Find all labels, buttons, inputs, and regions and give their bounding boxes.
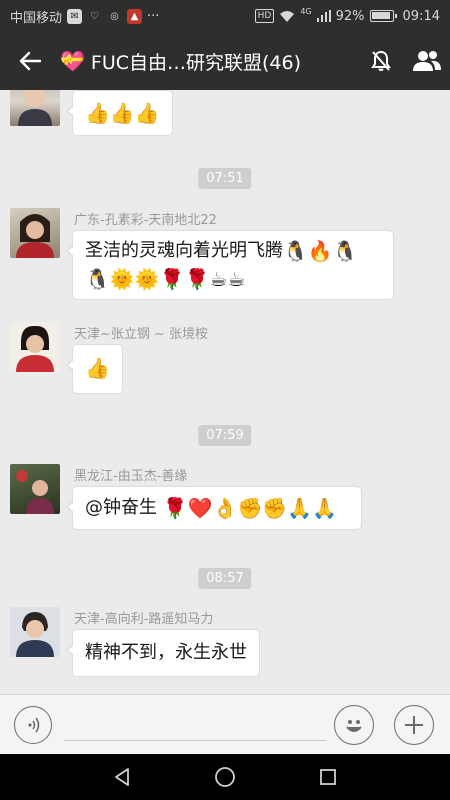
message-input[interactable] xyxy=(64,709,326,741)
nav-back-button[interactable] xyxy=(102,757,142,797)
chat-title-text: FUC自由…研究联盟(46) xyxy=(90,51,302,74)
voice-icon xyxy=(28,717,40,733)
message-bubble[interactable]: 圣洁的灵魂向着光明飞腾🐧🔥🐧 🐧🌞🌞🌹🌹☕☕ xyxy=(66,230,394,300)
input-bar xyxy=(0,694,450,754)
message-bubble[interactable]: 👍👍👍 xyxy=(66,90,173,136)
message-row: 黑龙江-由玉杰-善缘 @钟奋生 🌹❤️👌✊✊🙏🙏 xyxy=(0,464,450,544)
timestamp: 07:51 xyxy=(198,168,252,189)
back-button[interactable] xyxy=(0,32,60,90)
hd-icon: HD xyxy=(254,9,275,23)
sender-name: 天津~张立钢 ~ 张境桉 xyxy=(74,327,209,342)
carrier-label: 中国移动 xyxy=(10,10,63,26)
bell-muted-icon xyxy=(371,50,391,71)
timestamp: 08:57 xyxy=(198,568,252,589)
nav-home-button[interactable] xyxy=(205,757,245,797)
members-button[interactable] xyxy=(404,32,450,90)
message-row: 天津-高向利-路遥知马力 精神不到，永生永世 xyxy=(0,607,450,687)
back-arrow-icon xyxy=(19,51,41,71)
avatar[interactable] xyxy=(10,607,60,657)
gift-heart-icon: 💝 xyxy=(60,49,85,73)
chat-title: 💝 FUC自由…研究联盟(46) xyxy=(60,48,358,75)
smiley-icon xyxy=(346,720,362,732)
chat-header: 💝 FUC自由…研究联盟(46) xyxy=(0,32,450,90)
notification-app-icon: ▲ xyxy=(127,8,143,24)
wifi-icon xyxy=(280,10,295,22)
status-bar: 中国移动 ✉ ♡ ◎ ▲ ··· HD 4G 92% 09:14 xyxy=(0,0,450,32)
plus-icon xyxy=(405,716,423,734)
location-icon: ♡ xyxy=(90,10,99,22)
more-notifications-icon: ··· xyxy=(147,8,160,24)
message-bubble[interactable]: 👍 xyxy=(66,344,123,394)
more-button[interactable] xyxy=(394,705,434,745)
message-text-line: 圣洁的灵魂向着光明飞腾🐧🔥🐧 xyxy=(85,239,358,263)
message-row: 👍👍👍 xyxy=(0,90,450,140)
square-recents-icon xyxy=(320,769,337,785)
system-nav-bar xyxy=(0,754,450,800)
message-bubble[interactable]: 精神不到，永生永世 xyxy=(66,629,260,677)
chat-messages[interactable]: 👍👍👍 07:51 广东-孔素彩-天南地北22 圣洁的灵魂向着光明飞腾🐧🔥🐧 🐧… xyxy=(0,90,450,694)
sender-name: 天津-高向利-路遥知马力 xyxy=(74,612,214,627)
message-row: 天津~张立钢 ~ 张境桉 👍 xyxy=(0,322,450,402)
sender-name: 广东-孔素彩-天南地北22 xyxy=(74,213,217,228)
network-icon: 4G xyxy=(300,6,312,16)
mute-button[interactable] xyxy=(358,32,404,90)
search-app-icon: ◎ xyxy=(110,10,119,22)
battery-percent: 92% xyxy=(335,8,365,24)
group-members-icon xyxy=(413,51,441,71)
avatar[interactable] xyxy=(10,322,60,372)
clock: 09:14 xyxy=(402,8,440,24)
signal-icon xyxy=(316,10,331,22)
avatar[interactable] xyxy=(10,90,60,126)
avatar[interactable] xyxy=(10,464,60,514)
circle-home-icon xyxy=(215,767,235,787)
battery-icon xyxy=(369,10,397,22)
emoji-button[interactable] xyxy=(334,705,374,745)
voice-button[interactable] xyxy=(14,706,52,744)
wallet-icon: ✉ xyxy=(67,8,83,24)
message-emoji-line: 🐧🌞🌞🌹🌹☕☕ xyxy=(85,267,246,291)
nav-recents-button[interactable] xyxy=(308,757,348,797)
timestamp: 07:59 xyxy=(198,425,252,446)
sender-name: 黑龙江-由玉杰-善缘 xyxy=(74,469,188,484)
message-row: 广东-孔素彩-天南地北22 圣洁的灵魂向着光明飞腾🐧🔥🐧 🐧🌞🌞🌹🌹☕☕ xyxy=(0,208,450,308)
triangle-back-icon xyxy=(114,768,129,786)
message-bubble[interactable]: @钟奋生 🌹❤️👌✊✊🙏🙏 xyxy=(66,486,362,530)
avatar[interactable] xyxy=(10,208,60,258)
